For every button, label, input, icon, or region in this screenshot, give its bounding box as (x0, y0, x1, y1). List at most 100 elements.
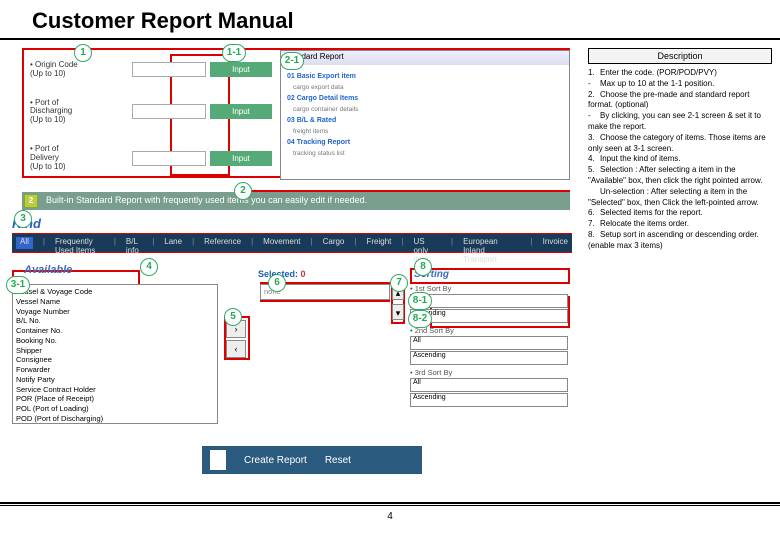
sort1-field[interactable]: All (410, 294, 568, 308)
callout-3: 3 (14, 210, 32, 228)
popup-item[interactable]: 02 Cargo Detail Items (287, 95, 563, 102)
tab-lane[interactable]: Lane (164, 237, 182, 249)
tab-movement[interactable]: Movement (263, 237, 300, 249)
page-number: 4 (0, 511, 780, 522)
description-line: -By clicking, you can see 2-1 screen & s… (588, 111, 772, 133)
tab-frequently-used-items[interactable]: Frequently Used Items (55, 237, 104, 249)
description-line: 3.Choose the category of items. Those it… (588, 133, 772, 155)
move-left-button[interactable]: ‹ (226, 340, 246, 358)
callout-2: 2 (234, 182, 252, 200)
callout-1-1: 1-1 (222, 44, 246, 62)
action-bar: Create Report Reset (202, 446, 422, 474)
description-line: -Max up to 10 at the 1-1 position. (588, 79, 772, 90)
reset-button[interactable]: Reset (325, 455, 351, 466)
list-item[interactable]: Notify Party (16, 375, 214, 385)
description-line: 8.Setup sort in ascending or descending … (588, 230, 772, 252)
callout-6: 6 (268, 274, 286, 292)
banner-num: 2 (24, 194, 38, 208)
description-line: 2.Choose the pre-made and standard repor… (588, 90, 772, 112)
popup-item[interactable]: 01 Basic Export item (287, 73, 563, 80)
callout-8-1: 8-1 (408, 292, 432, 310)
delivery-input[interactable] (132, 151, 206, 166)
popup-item[interactable]: 03 B/L & Rated (287, 117, 563, 124)
callout-5: 5 (224, 308, 242, 326)
tab-cargo[interactable]: Cargo (323, 237, 345, 249)
callout-1: 1 (74, 44, 92, 62)
sort1-order[interactable]: Ascending (410, 309, 568, 323)
origin-row: • Origin Code (Up to 10) Input (22, 61, 272, 79)
banner-text: Built-in Standard Report with frequently… (46, 195, 367, 205)
available-heading: Available (24, 264, 72, 276)
list-item[interactable]: PVY (Place of Delivery) (16, 424, 214, 425)
create-report-button[interactable]: Create Report (244, 455, 307, 466)
description-line: 7.Relocate the items order. (588, 219, 772, 230)
callout-7: 7 (390, 274, 408, 292)
page-title: Customer Report Manual (0, 0, 780, 40)
callout-4: 4 (140, 258, 158, 276)
list-item[interactable]: POL (Port of Loading) (16, 404, 214, 414)
tab-b-l-info[interactable]: B/L info (126, 237, 142, 249)
list-item[interactable]: Shipper (16, 346, 214, 356)
popup-item-sub: cargo export data (293, 84, 563, 91)
list-item[interactable]: POR (Place of Receipt) (16, 394, 214, 404)
tab-european-inland-transport[interactable]: European Inland Transport (463, 237, 521, 249)
callout-3-1: 3-1 (6, 276, 30, 294)
popup-title: Standard Report (281, 51, 569, 65)
discharging-row: • Port of Discharging (Up to 10) Input (22, 99, 272, 125)
sort2-order[interactable]: Ascending (410, 351, 568, 365)
sort2-label: • 2nd Sort By (410, 326, 568, 335)
discharging-label: • Port of Discharging (Up to 10) (22, 99, 132, 125)
sort3-order[interactable]: Ascending (410, 393, 568, 407)
tab-invoice[interactable]: Invoice (543, 237, 568, 249)
popup-item-sub: tracking status list (293, 150, 563, 157)
origin-label: • Origin Code (Up to 10) (22, 61, 132, 79)
list-item[interactable]: Consignee (16, 355, 214, 365)
list-item[interactable]: Forwarder (16, 365, 214, 375)
tab-freight[interactable]: Freight (366, 237, 391, 249)
sort3-field[interactable]: All (410, 378, 568, 392)
callout-2-1: 2-1 (280, 52, 304, 70)
list-item[interactable]: POD (Port of Discharging) (16, 414, 214, 424)
list-item[interactable]: Vessel Name (16, 297, 214, 307)
list-item[interactable]: Vessel & Voyage Code (16, 287, 214, 297)
list-item[interactable]: Voyage Number (16, 307, 214, 317)
sort1-label: • 1st Sort By (410, 284, 568, 293)
description-body: 1.Enter the code. (POR/POD/PVY)-Max up t… (588, 68, 772, 252)
available-listbox[interactable]: Vessel & Voyage CodeVessel NameVoyage Nu… (12, 284, 218, 424)
description-line: 1.Enter the code. (POR/POD/PVY) (588, 68, 772, 79)
sort2-field[interactable]: All (410, 336, 568, 350)
sort-section: • 1st Sort By All Ascending • 2nd Sort B… (410, 284, 568, 408)
callout-8: 8 (414, 258, 432, 276)
list-item[interactable]: B/L No. (16, 316, 214, 326)
origin-input[interactable] (132, 62, 206, 77)
popup-item-sub: cargo container details (293, 106, 563, 113)
description-line: 5.Selection : After selecting a item in … (588, 165, 772, 187)
delivery-label: • Port of Delivery (Up to 10) (22, 145, 132, 171)
content-area: 1 1-1 2-1 2 3 3-1 4 5 6 7 8 8-1 8-2 • Or… (0, 40, 780, 252)
report-icon (210, 450, 226, 470)
popup-item[interactable]: 04 Tracking Report (287, 139, 563, 146)
list-item[interactable]: Container No. (16, 326, 214, 336)
standard-report-popup: Standard Report 01 Basic Export item carg… (280, 50, 570, 180)
discharging-input-btn[interactable]: Input (210, 104, 272, 119)
tab-us-only-item[interactable]: US only item (413, 237, 441, 249)
move-down-button[interactable]: ▾ (392, 304, 404, 320)
category-tabbar: All|Frequently Used Items|B/L info|Lane|… (12, 234, 572, 252)
tab-all[interactable]: All (16, 237, 33, 249)
description-line: 4.Input the kind of items. (588, 154, 772, 165)
list-item[interactable]: Service Contract Holder (16, 385, 214, 395)
origin-input-btn[interactable]: Input (210, 62, 272, 77)
tab-reference[interactable]: Reference (204, 237, 241, 249)
builtin-banner[interactable]: 2 Built-in Standard Report with frequent… (22, 192, 570, 210)
callout-8-2: 8-2 (408, 310, 432, 328)
description-header: Description (588, 48, 772, 64)
description-line: Un-selection : After selecting a item in… (588, 187, 772, 209)
list-item[interactable]: Booking No. (16, 336, 214, 346)
footer-divider (0, 502, 780, 506)
description-column: Description 1.Enter the code. (POR/POD/P… (582, 48, 772, 252)
discharging-input[interactable] (132, 104, 206, 119)
screenshot-area: 1 1-1 2-1 2 3 3-1 4 5 6 7 8 8-1 8-2 • Or… (12, 48, 582, 252)
sort3-label: • 3rd Sort By (410, 368, 568, 377)
delivery-row: • Port of Delivery (Up to 10) Input (22, 145, 272, 171)
delivery-input-btn[interactable]: Input (210, 151, 272, 166)
